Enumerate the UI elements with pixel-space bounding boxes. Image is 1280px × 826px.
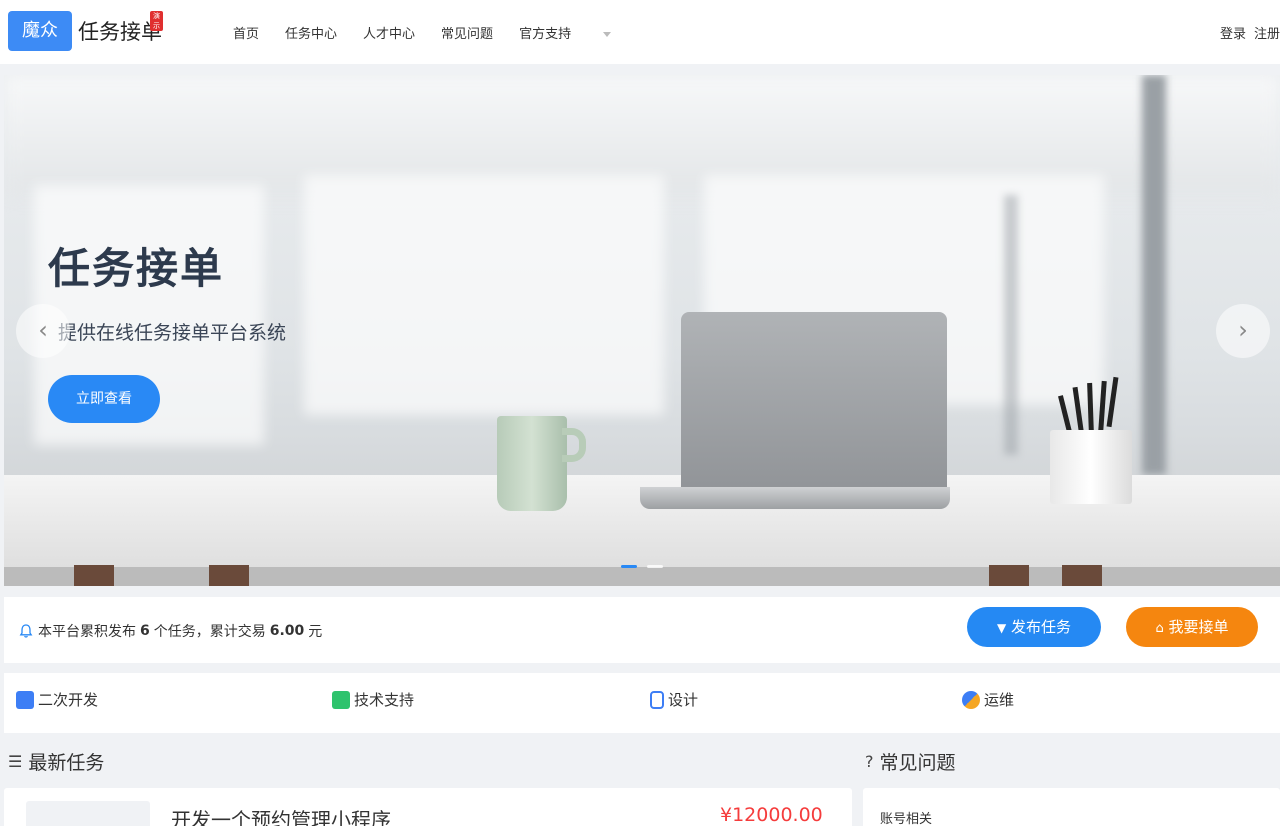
faq-heading: ? 常见问题 xyxy=(865,748,956,775)
dev-icon xyxy=(16,690,34,709)
view-now-button[interactable]: 立即查看 xyxy=(48,375,160,423)
stats-middle: 个任务，累计交易 xyxy=(153,624,266,640)
mug-illustration xyxy=(497,416,567,511)
publish-task-button[interactable]: ▼ 发布任务 xyxy=(967,607,1101,647)
category-label: 运维 xyxy=(984,691,1015,709)
pencil-cup-illustration xyxy=(1050,430,1132,504)
task-price: ¥12000.00 xyxy=(720,804,823,826)
stats-amount: 6.00 xyxy=(269,623,305,639)
banner-desk-leg xyxy=(209,565,249,586)
category-label: 设计 xyxy=(668,691,699,709)
support-icon xyxy=(332,690,350,709)
nav-official-support-label: 官方支持 xyxy=(519,27,572,42)
take-order-label: 我要接单 xyxy=(1168,618,1229,636)
hero-carousel[interactable]: 任务接单 提供在线任务接单平台系统 立即查看 ‹ › xyxy=(4,75,1280,586)
carousel-prev-button[interactable]: ‹ xyxy=(16,304,70,358)
send-icon: ▼ xyxy=(996,621,1007,635)
logo-box: 魔众 xyxy=(8,11,72,51)
login-link[interactable]: 登录 xyxy=(1220,23,1246,42)
auth-links: 登录 注册 xyxy=(1212,23,1280,42)
banner-pillar xyxy=(1004,195,1018,455)
ops-icon xyxy=(962,690,980,709)
category-label: 二次开发 xyxy=(38,691,99,709)
demo-badge: 演示 xyxy=(150,11,163,31)
category-item-tech-support[interactable]: 技术支持 xyxy=(332,689,414,710)
stats-prefix: 本平台累积发布 xyxy=(38,624,136,640)
design-icon xyxy=(650,690,664,709)
laptop-illustration xyxy=(681,312,947,502)
banner-subtitle: 提供在线任务接单平台系统 xyxy=(58,322,287,344)
faq-card: 账号相关 xyxy=(863,788,1280,826)
task-card[interactable]: 开发一个预约管理小程序 ¥12000.00 xyxy=(4,788,852,826)
stats-suffix: 元 xyxy=(308,624,323,640)
task-thumbnail xyxy=(26,801,150,826)
bell-icon xyxy=(19,624,33,638)
carousel-indicators xyxy=(621,565,673,568)
category-bar: 二次开发 技术支持 设计 运维 xyxy=(4,673,1280,733)
chevron-left-icon: ‹ xyxy=(38,316,48,344)
top-navbar: 魔众 任务接单 演示 首页 任务中心 人才中心 常见问题 官方支持 登录 注册 xyxy=(0,0,1280,64)
register-link[interactable]: 注册 xyxy=(1254,23,1280,42)
banner-desk-leg xyxy=(989,565,1029,586)
carousel-dot[interactable] xyxy=(621,565,637,568)
take-order-button[interactable]: ⌂ 我要接单 xyxy=(1126,607,1258,647)
category-item-secondary-dev[interactable]: 二次开发 xyxy=(16,689,98,710)
laptop-base-illustration xyxy=(640,487,950,509)
mug-handle-illustration xyxy=(562,428,586,462)
category-item-design[interactable]: 设计 xyxy=(650,689,698,710)
bag-icon: ⌂ xyxy=(1155,621,1164,636)
chevron-down-icon xyxy=(603,32,612,37)
category-label: 技术支持 xyxy=(354,691,415,709)
stats-task-count: 6 xyxy=(140,623,150,639)
banner-pillar xyxy=(1142,75,1166,475)
nav-home[interactable]: 首页 xyxy=(233,23,259,42)
banner-window xyxy=(304,175,664,415)
publish-task-label: 发布任务 xyxy=(1011,618,1072,636)
faq-category[interactable]: 账号相关 xyxy=(880,808,932,826)
nav-faq[interactable]: 常见问题 xyxy=(441,23,493,42)
carousel-next-button[interactable]: › xyxy=(1216,304,1270,358)
latest-tasks-title: 最新任务 xyxy=(28,752,105,774)
banner-desk-leg xyxy=(1062,565,1102,586)
logo-text: 任务接单 演示 xyxy=(78,11,163,46)
list-icon: ☰ xyxy=(8,752,23,771)
banner-title: 任务接单 xyxy=(48,244,225,293)
banner-desk-leg xyxy=(74,565,114,586)
stats-text: 本平台累积发布 6 个任务，累计交易 6.00 元 xyxy=(18,621,322,641)
category-item-ops[interactable]: 运维 xyxy=(962,689,1014,710)
task-title[interactable]: 开发一个预约管理小程序 xyxy=(171,804,391,826)
nav-task-center[interactable]: 任务中心 xyxy=(285,23,337,42)
nav-talent-center[interactable]: 人才中心 xyxy=(363,23,415,42)
faq-title: 常见问题 xyxy=(879,752,956,774)
carousel-dot[interactable] xyxy=(647,565,663,568)
question-circle-icon: ? xyxy=(865,752,874,771)
pencil-illustration xyxy=(1106,376,1119,428)
main-nav: 首页 任务中心 人才中心 常见问题 官方支持 xyxy=(233,23,637,42)
chevron-right-icon: › xyxy=(1238,316,1248,344)
platform-stats-bar: 本平台累积发布 6 个任务，累计交易 6.00 元 ▼ 发布任务 ⌂ 我要接单 xyxy=(4,597,1280,663)
latest-tasks-heading: ☰ 最新任务 xyxy=(8,748,104,775)
site-logo[interactable]: 魔众 任务接单 演示 xyxy=(8,11,163,51)
nav-official-support[interactable]: 官方支持 xyxy=(519,23,612,42)
